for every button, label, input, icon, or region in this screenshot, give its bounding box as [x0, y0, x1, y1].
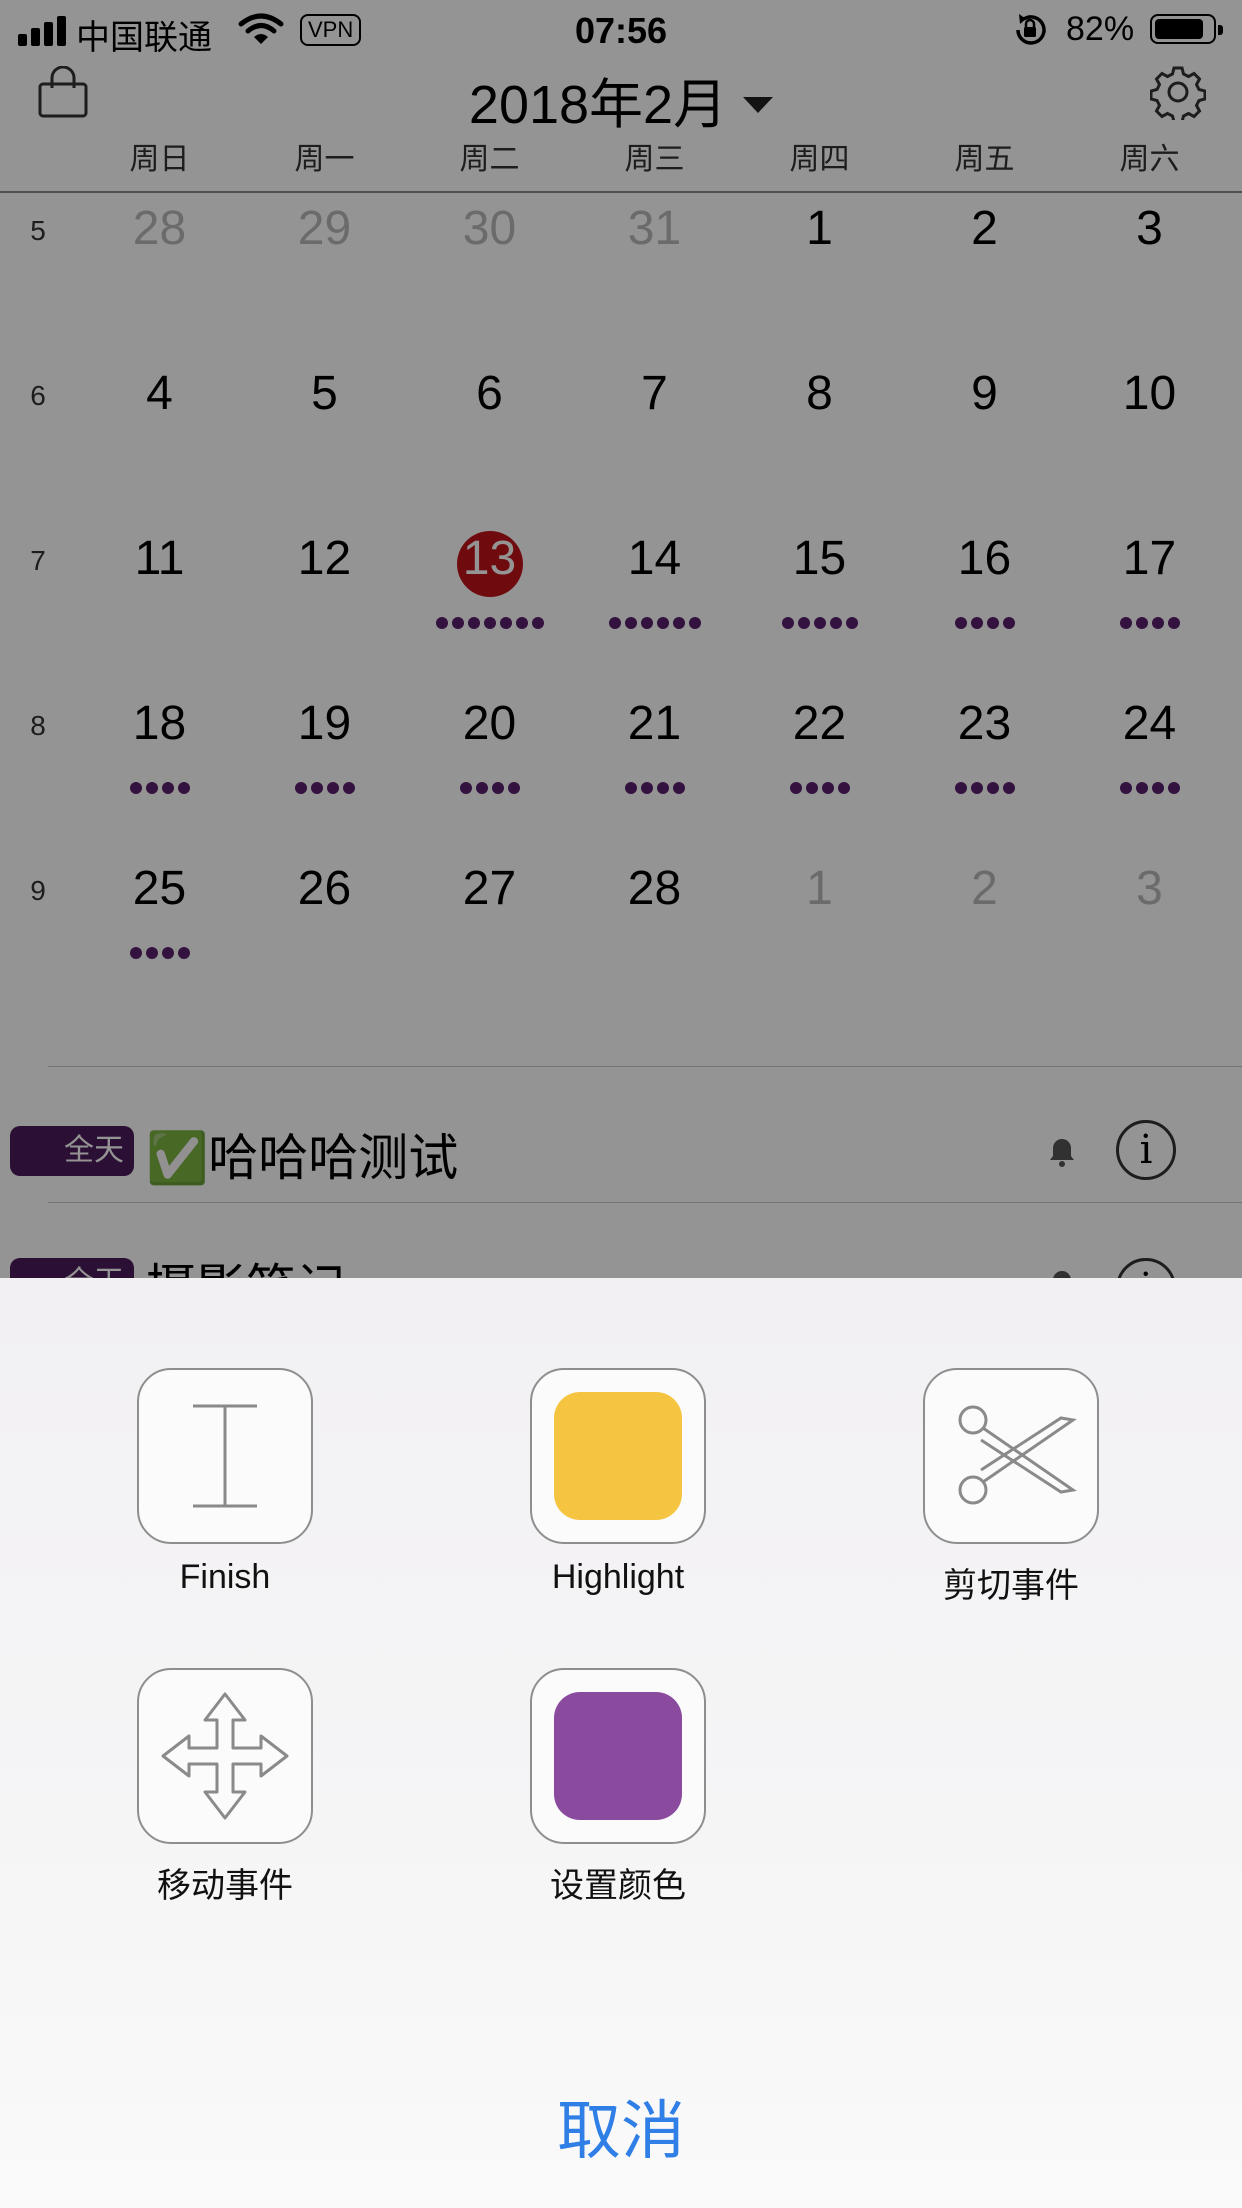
move-icon-box	[137, 1668, 313, 1844]
finish-icon-box	[137, 1368, 313, 1544]
purple-swatch-icon	[554, 1692, 682, 1820]
cut-icon-box	[923, 1368, 1099, 1544]
move-arrows-icon	[161, 1692, 289, 1820]
move-event-label: 移动事件	[157, 1867, 293, 1905]
highlight-icon-box	[530, 1368, 706, 1544]
cut-event-label: 剪切事件	[943, 1567, 1079, 1605]
set-color-icon-box	[530, 1668, 706, 1844]
finish-label: Finish	[179, 1558, 271, 1596]
text-cursor-icon	[193, 1404, 257, 1508]
set-color-label: 设置颜色	[550, 1867, 686, 1905]
scissors-icon	[958, 1405, 1077, 1505]
cancel-button[interactable]: 取消	[0, 2080, 1242, 2172]
highlight-label: Highlight	[551, 1558, 685, 1596]
modal-backdrop[interactable]	[0, 0, 1242, 1278]
yellow-swatch-icon	[554, 1392, 682, 1520]
